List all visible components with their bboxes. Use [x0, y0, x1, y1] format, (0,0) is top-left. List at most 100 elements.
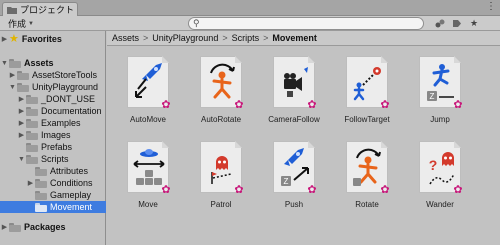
expand-arrow-icon[interactable]: ▶ — [17, 131, 26, 139]
folder-icon — [35, 166, 47, 176]
expand-arrow-icon[interactable]: ▶ — [0, 35, 9, 43]
tree-item-label: Gameplay — [50, 190, 92, 200]
folder-icon — [17, 82, 29, 92]
script-badge-icon: ✿ — [380, 184, 390, 196]
tree-item-label: Movement — [50, 202, 93, 212]
svg-text:Z: Z — [284, 177, 289, 186]
expand-arrow-icon[interactable]: ▶ — [8, 71, 17, 79]
tree-item-label: Prefabs — [41, 142, 73, 152]
folder-icon — [26, 154, 38, 164]
tree-item-label: Attributes — [50, 166, 89, 176]
create-button[interactable]: 作成 ▼ — [4, 17, 38, 30]
tree-item-label: Examples — [41, 118, 81, 128]
expand-arrow-icon[interactable]: ▶ — [0, 223, 9, 231]
breadcrumb-current[interactable]: Movement — [272, 33, 317, 43]
collapse-arrow-icon[interactable]: ▼ — [8, 84, 17, 91]
tree-item-gameplay[interactable]: Gameplay — [0, 189, 106, 201]
project-tree: ▶ ★ Favorites ▼ Assets ▶ AssetStoreTools… — [0, 31, 106, 245]
filter-by-type-icon[interactable] — [433, 17, 447, 30]
chevron-down-icon: ▼ — [28, 20, 34, 27]
search-input[interactable] — [201, 18, 423, 29]
asset-item-move[interactable]: ✿ Move — [118, 141, 178, 223]
tree-item-examples[interactable]: ▶ Examples — [0, 117, 106, 129]
asset-item-automove[interactable]: ✿ AutoMove — [118, 56, 178, 138]
asset-name: FollowTarget — [344, 115, 390, 124]
asset-item-push[interactable]: Z ✿ Push — [264, 141, 324, 223]
tree-item-conditions[interactable]: ▶ Conditions — [0, 177, 106, 189]
folder-icon — [26, 118, 38, 128]
asset-name: Patrol — [210, 200, 232, 209]
folder-icon — [26, 94, 38, 104]
tree-item-dont-use[interactable]: ▶ _DONT_USE — [0, 93, 106, 105]
script-thumbnail: ? ✿ — [419, 141, 463, 196]
asset-name: Jump — [430, 115, 450, 124]
asset-item-wander[interactable]: ? ✿ Wander — [410, 141, 470, 223]
asset-item-jump[interactable]: Z ✿ Jump — [410, 56, 470, 138]
favorite-star-icon[interactable]: ★ — [467, 17, 481, 30]
asset-name: Push — [284, 200, 304, 209]
tree-item-documentation[interactable]: ▶ Documentation — [0, 105, 106, 117]
asset-item-autorotate[interactable]: ✿ AutoRotate — [191, 56, 251, 138]
script-thumbnail: ✿ — [200, 56, 244, 111]
tab-project[interactable]: プロジェクト — [2, 2, 78, 16]
star-icon: ★ — [9, 33, 19, 45]
search-field[interactable]: ⚲ — [188, 17, 424, 30]
folder-icon — [17, 70, 29, 80]
tree-item-label: Documentation — [41, 106, 102, 116]
script-thumbnail: ✿ — [273, 56, 317, 111]
asset-name: Rotate — [355, 200, 379, 209]
folder-icon — [9, 222, 21, 232]
collapse-arrow-icon[interactable]: ▼ — [17, 156, 26, 163]
tab-menu-icon[interactable]: ⋮ — [486, 2, 496, 12]
asset-browser: Assets > UnityPlayground > Scripts > Mov… — [107, 31, 500, 245]
tree-item-label: Assets — [24, 58, 54, 68]
tree-item-prefabs[interactable]: Prefabs — [0, 141, 106, 153]
tree-item-movement[interactable]: Movement — [0, 201, 106, 213]
breadcrumb-item[interactable]: Assets — [112, 33, 139, 43]
tree-item-label: AssetStoreTools — [32, 70, 98, 80]
tree-item-label: Images — [41, 130, 71, 140]
asset-name: Move — [138, 200, 158, 209]
script-badge-icon: ✿ — [453, 184, 463, 196]
script-badge-icon: ✿ — [234, 99, 244, 111]
tree-item-label: _DONT_USE — [41, 94, 96, 104]
tree-item-packages[interactable]: ▶ Packages — [0, 221, 106, 233]
tree-item-label: Scripts — [41, 154, 69, 164]
tree-item-assets[interactable]: ▼ Assets — [0, 57, 106, 69]
tree-item-scripts[interactable]: ▼ Scripts — [0, 153, 106, 165]
asset-item-rotate[interactable]: ✿ Rotate — [337, 141, 397, 223]
collapse-arrow-icon[interactable]: ▼ — [0, 60, 9, 67]
folder-icon — [35, 202, 47, 212]
expand-arrow-icon[interactable]: ▶ — [17, 119, 26, 127]
search-icon: ⚲ — [193, 18, 200, 28]
script-badge-icon: ✿ — [234, 184, 244, 196]
tree-item-attributes[interactable]: Attributes — [0, 165, 106, 177]
tree-item-favorites[interactable]: ▶ ★ Favorites — [0, 33, 106, 45]
svg-text:?: ? — [429, 157, 438, 173]
script-thumbnail: ✿ — [127, 56, 171, 111]
script-thumbnail: Z ✿ — [419, 56, 463, 111]
asset-name: AutoRotate — [200, 115, 242, 124]
tab-bar: プロジェクト ⋮ — [0, 0, 500, 16]
tree-item-label: Packages — [24, 222, 66, 232]
folder-icon — [26, 142, 38, 152]
tree-item-images[interactable]: ▶ Images — [0, 129, 106, 141]
expand-arrow-icon[interactable]: ▶ — [17, 95, 26, 103]
tree-item-label: Favorites — [21, 34, 62, 44]
folder-icon — [7, 6, 17, 14]
breadcrumb-item[interactable]: UnityPlayground — [152, 33, 218, 43]
script-thumbnail: ✿ — [346, 56, 390, 111]
asset-item-followtarget[interactable]: ✿ FollowTarget — [337, 56, 397, 138]
expand-arrow-icon[interactable]: ▶ — [26, 179, 35, 187]
filter-by-label-icon[interactable] — [450, 17, 464, 30]
breadcrumb: Assets > UnityPlayground > Scripts > Mov… — [107, 31, 500, 46]
asset-item-patrol[interactable]: ✿ Patrol — [191, 141, 251, 223]
tree-item-unityplayground[interactable]: ▼ UnityPlayground — [0, 81, 106, 93]
tree-item-assetstoretools[interactable]: ▶ AssetStoreTools — [0, 69, 106, 81]
script-thumbnail: ✿ — [200, 141, 244, 196]
expand-arrow-icon[interactable]: ▶ — [17, 107, 26, 115]
breadcrumb-item[interactable]: Scripts — [232, 33, 260, 43]
script-thumbnail: ✿ — [346, 141, 390, 196]
folder-icon — [26, 130, 38, 140]
asset-item-camerafollow[interactable]: ✿ CameraFollow — [264, 56, 324, 138]
